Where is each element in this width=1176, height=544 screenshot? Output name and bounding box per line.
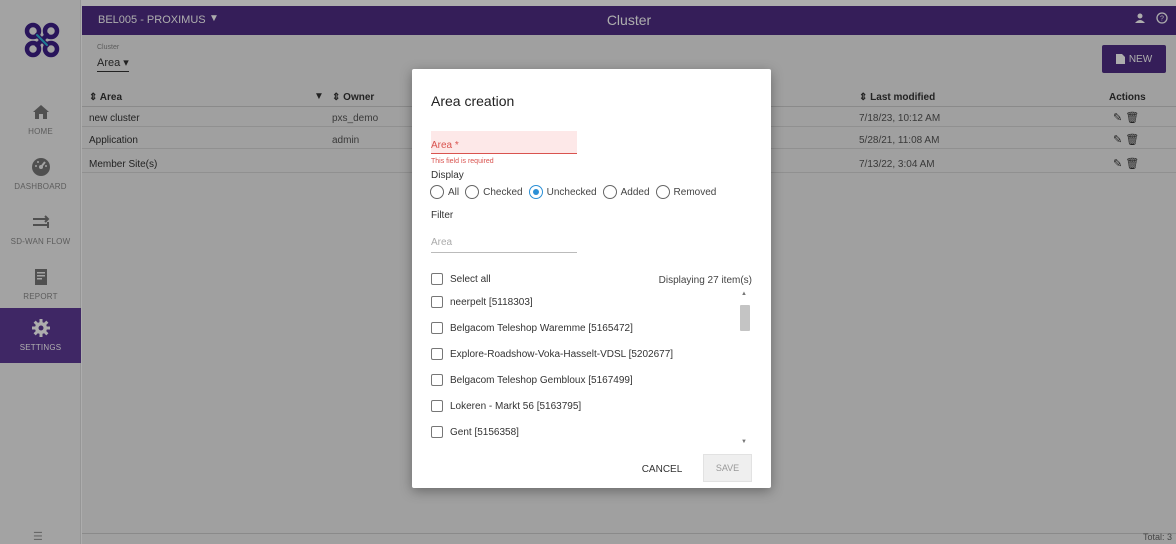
- list-item-label: Belgacom Teleshop Gembloux [5167499]: [450, 374, 633, 386]
- scroll-thumb[interactable]: [740, 305, 750, 331]
- radio-all[interactable]: All: [430, 185, 459, 199]
- radio-label: Unchecked: [546, 186, 597, 198]
- checkbox: [431, 273, 443, 285]
- filter-field: [431, 233, 577, 253]
- list-item[interactable]: Explore-Roadshow-Voka-Hasselt-VDSL [5202…: [431, 348, 673, 360]
- radio-checked[interactable]: Checked: [465, 185, 523, 199]
- list-item-label: Lokeren - Markt 56 [5163795]: [450, 400, 582, 412]
- checkbox: [431, 296, 443, 308]
- displaying-count: Displaying 27 item(s): [658, 275, 752, 286]
- select-all-label: Select all: [450, 273, 491, 285]
- checkbox: [431, 426, 443, 438]
- area-input[interactable]: [431, 131, 577, 153]
- radio-label: Removed: [673, 186, 717, 198]
- area-creation-dialog: Area creation This field is required Dis…: [412, 69, 771, 488]
- radio-circle: [430, 185, 444, 199]
- site-list: neerpelt [5118303] Belgacom Teleshop War…: [431, 292, 751, 450]
- list-item-label: Belgacom Teleshop Waremme [5165472]: [450, 322, 633, 334]
- dialog-title: Area creation: [431, 93, 515, 109]
- display-label: Display: [431, 170, 464, 181]
- list-item-label: neerpelt [5118303]: [450, 296, 533, 308]
- filter-label: Filter: [431, 210, 454, 221]
- radio-label: Checked: [483, 186, 523, 198]
- list-item[interactable]: Gent [5156358]: [431, 426, 519, 438]
- radio-circle: [465, 185, 480, 199]
- list-scrollbar[interactable]: ▲ ▼: [739, 291, 751, 449]
- checkbox: [431, 374, 443, 386]
- area-error-message: This field is required: [431, 158, 494, 165]
- checkbox: [431, 348, 443, 360]
- list-item-label: Explore-Roadshow-Voka-Hasselt-VDSL [5202…: [450, 348, 674, 360]
- scroll-up-icon[interactable]: ▲: [741, 291, 747, 297]
- cancel-button[interactable]: CANCEL: [635, 456, 689, 482]
- list-item[interactable]: Belgacom Teleshop Waremme [5165472]: [431, 322, 633, 334]
- radio-circle: [655, 185, 670, 199]
- save-button[interactable]: SAVE: [703, 454, 752, 482]
- radio-unchecked[interactable]: Unchecked: [528, 185, 597, 199]
- area-field: [431, 131, 577, 154]
- select-all-checkbox[interactable]: Select all: [431, 273, 491, 285]
- checkbox: [431, 322, 443, 334]
- list-item[interactable]: Lokeren - Markt 56 [5163795]: [431, 400, 581, 412]
- radio-label: Added: [620, 186, 650, 198]
- radio-circle-selected: [528, 185, 543, 199]
- checkbox: [431, 400, 443, 412]
- display-radio-group: All Checked Unchecked Added Removed: [430, 185, 722, 199]
- radio-label: All: [448, 186, 460, 198]
- list-item[interactable]: Belgacom Teleshop Gembloux [5167499]: [431, 374, 633, 386]
- radio-added[interactable]: Added: [602, 185, 650, 199]
- radio-removed[interactable]: Removed: [655, 185, 717, 199]
- radio-circle: [602, 185, 617, 199]
- list-item[interactable]: neerpelt [5118303]: [431, 296, 533, 308]
- scroll-down-icon[interactable]: ▼: [741, 439, 747, 445]
- filter-input[interactable]: [431, 233, 577, 252]
- list-item-label: Gent [5156358]: [450, 426, 519, 438]
